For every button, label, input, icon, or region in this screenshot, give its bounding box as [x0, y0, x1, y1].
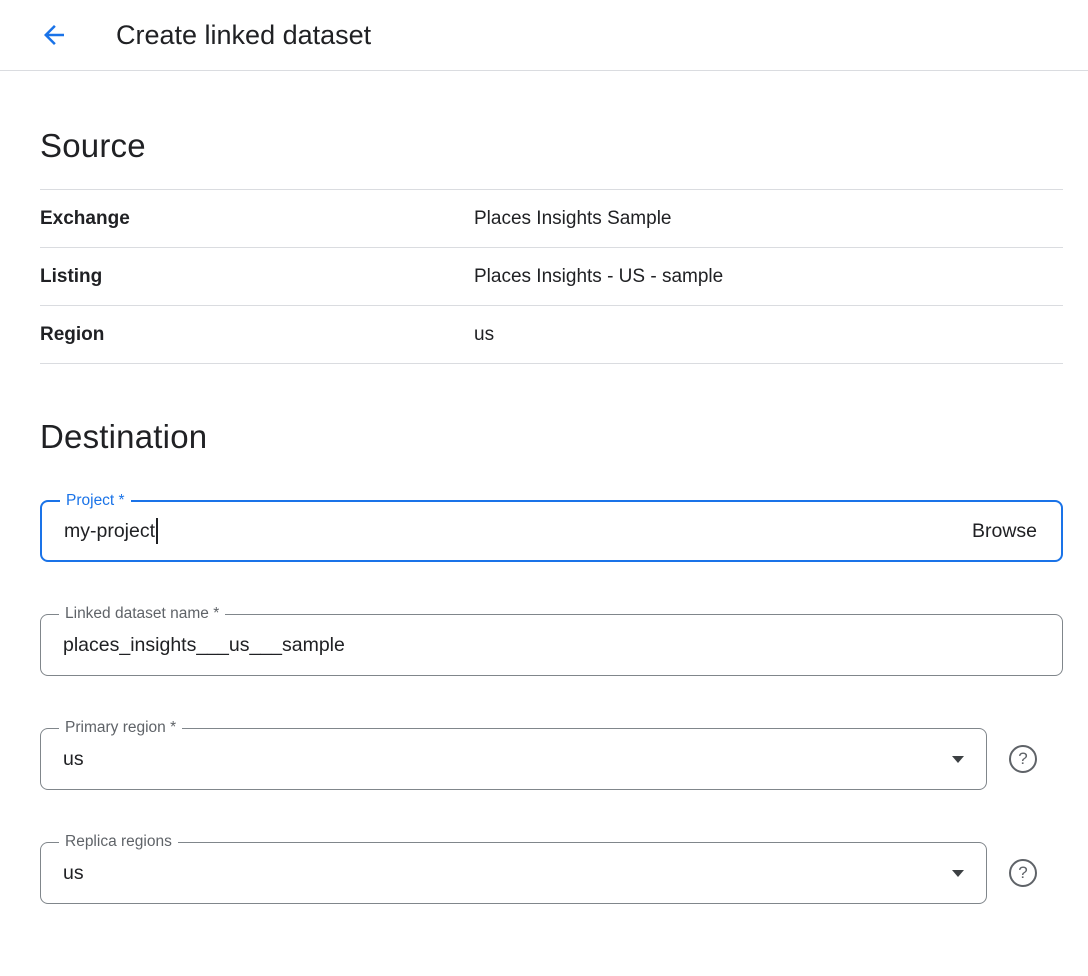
row-label: Listing — [40, 266, 474, 288]
source-heading: Source — [40, 127, 1063, 165]
browse-button[interactable]: Browse — [970, 514, 1039, 549]
project-field[interactable]: Project * my-project Browse — [40, 500, 1063, 562]
source-table: Exchange Places Insights Sample Listing … — [40, 189, 1063, 364]
text-cursor — [156, 518, 158, 544]
chevron-down-icon — [952, 870, 964, 877]
row-label: Exchange — [40, 208, 474, 230]
project-field-label: Project * — [60, 491, 131, 511]
primary-region-row: Primary region * us ? — [40, 728, 1063, 790]
arrow-back-icon — [39, 20, 69, 50]
main-content: Source Exchange Places Insights Sample L… — [0, 127, 1088, 904]
dataset-name-value: places_insights___us___sample — [63, 634, 345, 657]
replica-regions-row: Replica regions us ? — [40, 842, 1063, 904]
page-header: Create linked dataset — [0, 0, 1088, 71]
primary-region-label: Primary region * — [59, 718, 182, 738]
row-value: Places Insights Sample — [474, 208, 672, 230]
table-row-exchange: Exchange Places Insights Sample — [40, 190, 1063, 248]
primary-region-select[interactable]: Primary region * us — [40, 728, 987, 790]
row-value: us — [474, 324, 494, 346]
row-value: Places Insights - US - sample — [474, 266, 723, 288]
chevron-down-icon — [952, 756, 964, 763]
replica-regions-value: us — [63, 862, 84, 885]
back-button[interactable] — [33, 14, 75, 56]
dataset-name-label: Linked dataset name * — [59, 604, 225, 624]
dataset-name-field[interactable]: Linked dataset name * places_insights___… — [40, 614, 1063, 676]
replica-regions-label: Replica regions — [59, 832, 178, 852]
project-field-value: my-project — [64, 520, 155, 543]
row-label: Region — [40, 324, 474, 346]
replica-regions-select[interactable]: Replica regions us — [40, 842, 987, 904]
page-title: Create linked dataset — [116, 20, 371, 51]
table-row-region: Region us — [40, 306, 1063, 364]
help-circle-icon[interactable]: ? — [1009, 859, 1037, 887]
table-row-listing: Listing Places Insights - US - sample — [40, 248, 1063, 306]
help-circle-icon[interactable]: ? — [1009, 745, 1037, 773]
primary-region-value: us — [63, 748, 84, 771]
destination-heading: Destination — [40, 418, 1063, 456]
